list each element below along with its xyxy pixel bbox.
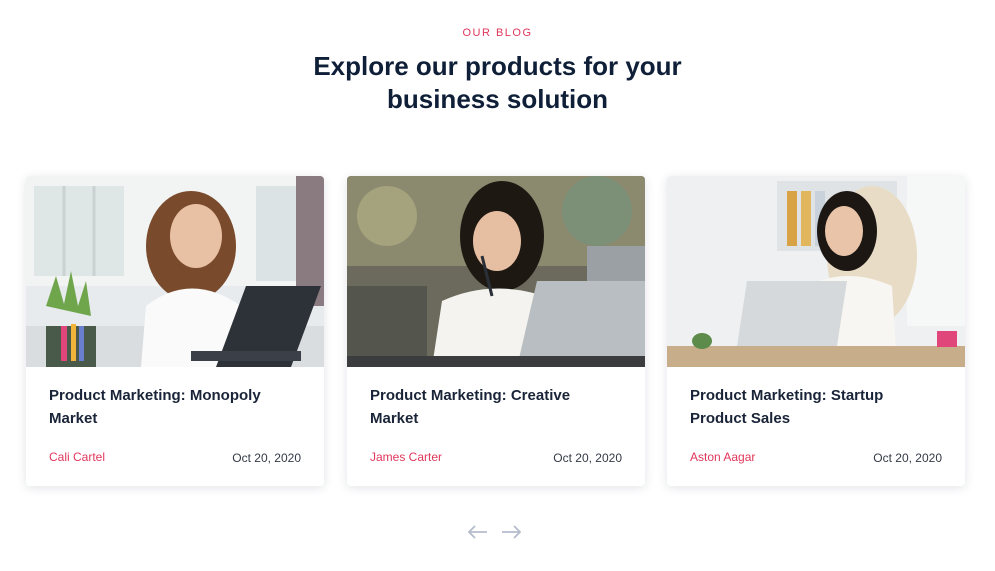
blog-card[interactable]: Product Marketing: Creative Market James… xyxy=(347,176,645,486)
blog-card-title[interactable]: Product Marketing: Monopoly Market xyxy=(49,384,299,430)
blog-card-title[interactable]: Product Marketing: Creative Market xyxy=(370,384,620,430)
blog-card-title[interactable]: Product Marketing: Startup Product Sales xyxy=(690,384,940,430)
section-eyebrow: OUR BLOG xyxy=(462,27,533,39)
arrow-right-icon[interactable] xyxy=(500,522,522,542)
blog-card[interactable]: Product Marketing: Startup Product Sales… xyxy=(667,176,965,486)
blog-card-date: Oct 20, 2020 xyxy=(232,451,301,465)
blog-card-image[interactable] xyxy=(26,176,324,367)
blog-card-image[interactable] xyxy=(347,176,645,367)
arrow-left-icon[interactable] xyxy=(467,522,489,542)
blog-card-author[interactable]: Aston Aagar xyxy=(690,450,755,464)
blog-section: OUR BLOG Explore our products for your b… xyxy=(0,0,995,571)
blog-card-date: Oct 20, 2020 xyxy=(553,451,622,465)
section-headline: Explore our products for your business s… xyxy=(313,51,682,114)
blog-card-author[interactable]: James Carter xyxy=(370,450,442,464)
blog-card[interactable]: Product Marketing: Monopoly Market Cali … xyxy=(26,176,324,486)
blog-card-author[interactable]: Cali Cartel xyxy=(49,450,105,464)
blog-card-image[interactable] xyxy=(667,176,965,367)
blog-card-date: Oct 20, 2020 xyxy=(873,451,942,465)
